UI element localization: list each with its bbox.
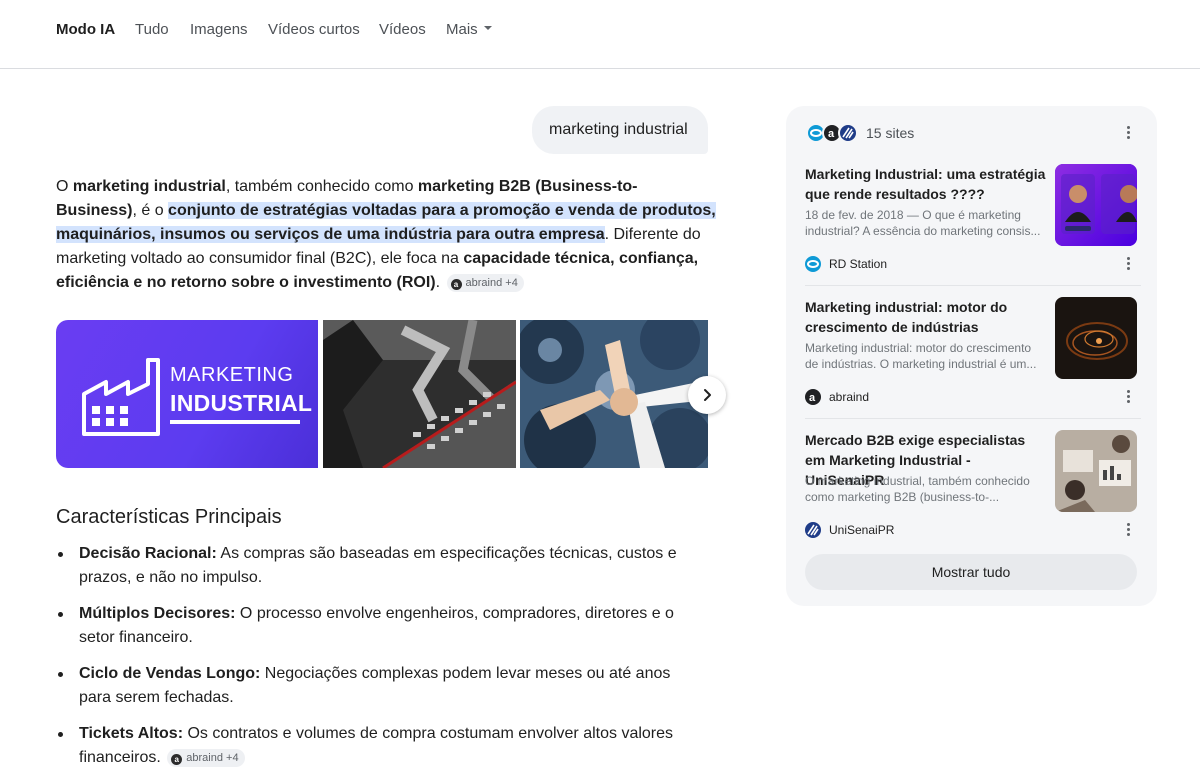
source-site-name: UniSenaiPR	[829, 523, 895, 537]
answer-text: O	[56, 178, 73, 195]
sources-header[interactable]: a 15 sites	[806, 122, 914, 144]
abraind-favicon-icon: a	[450, 279, 462, 290]
tab-mais-label: Mais	[446, 21, 478, 38]
list-item: Tickets Altos: Os contratos e volumes de…	[56, 722, 696, 770]
abraind-favicon-icon: a	[171, 754, 183, 765]
source-snippet: O marketing industrial, também conhecido…	[805, 474, 1030, 504]
list-item-term: Ciclo de Vendas Longo:	[79, 665, 261, 682]
unisenaipr-favicon-icon	[838, 123, 858, 143]
tab-videos[interactable]: Vídeos	[379, 21, 426, 38]
divider	[805, 285, 1141, 286]
source-chip-label: abraind +4	[186, 752, 239, 764]
source-site[interactable]: UniSenaiPR	[805, 521, 894, 539]
image-carousel: MARKETING INDUSTRIAL	[56, 320, 708, 468]
source-chip[interactable]: a abraind +4	[446, 274, 524, 292]
source-site-name: RD Station	[829, 257, 888, 271]
more-options-icon[interactable]	[1120, 125, 1136, 141]
thumbnail-image	[1055, 297, 1137, 379]
more-options-icon[interactable]	[1120, 256, 1136, 272]
list-item-term: Tickets Altos:	[79, 725, 184, 742]
carousel-image-factory-robots[interactable]	[323, 320, 516, 468]
image-underline	[170, 420, 300, 424]
list-item: Múltiplos Decisores: O processo envolve …	[56, 602, 696, 650]
robot-arms-photo	[323, 320, 516, 468]
caret-down-icon	[483, 26, 492, 31]
svg-text:a: a	[828, 128, 835, 140]
source-card[interactable]: Marketing industrial: motor do crescimen…	[805, 297, 1141, 407]
source-chip[interactable]: a abraind +4	[167, 749, 245, 767]
unisenaipr-favicon-icon	[805, 522, 821, 538]
image-caption-line1: MARKETING	[170, 364, 294, 386]
answer-bold-term: marketing industrial	[72, 178, 226, 195]
divider	[805, 418, 1141, 419]
source-thumbnail[interactable]	[1055, 430, 1137, 512]
tab-videos-curtos[interactable]: Vídeos curtos	[268, 21, 360, 38]
answer-text: , é o	[132, 202, 169, 219]
source-card[interactable]: Marketing Industrial: uma estratégia que…	[805, 164, 1141, 274]
source-thumbnail[interactable]	[1055, 297, 1137, 379]
image-caption-line2: INDUSTRIAL	[170, 390, 313, 416]
source-snippet: Marketing industrial: motor do crescimen…	[805, 341, 1037, 371]
thumbnail-image	[1055, 430, 1137, 512]
tab-modo-ia[interactable]: Modo IA	[56, 21, 115, 38]
carousel-image-marketing-industrial[interactable]: MARKETING INDUSTRIAL	[56, 320, 318, 468]
source-title[interactable]: Marketing Industrial: uma estratégia que…	[805, 164, 1047, 204]
source-site-name: abraind	[829, 390, 870, 404]
show-all-button[interactable]: Mostrar tudo	[805, 554, 1137, 590]
list-item-term: Múltiplos Decisores:	[79, 605, 236, 622]
abraind-favicon-icon: a	[805, 389, 821, 405]
sources-count: 15 sites	[866, 125, 915, 141]
more-options-icon[interactable]	[1120, 389, 1136, 405]
gears-hands-photo	[520, 320, 708, 468]
sources-panel: a 15 sites Marketing Industrial: uma est…	[786, 106, 1157, 606]
chevron-right-icon	[704, 389, 711, 401]
tab-imagens[interactable]: Imagens	[190, 21, 248, 38]
user-query-bubble: marketing industrial	[532, 106, 708, 154]
tab-mais[interactable]: Mais	[446, 21, 492, 38]
source-snippet: 18 de fev. de 2018 — O que é marketing i…	[805, 208, 1041, 238]
thumbnail-image	[1055, 164, 1137, 246]
rd-station-favicon-icon	[805, 256, 821, 272]
factory-icon	[82, 358, 160, 436]
list-item: Ciclo de Vendas Longo: Negociações compl…	[56, 662, 696, 710]
ai-answer-paragraph: O marketing industrial, também conhecido…	[56, 175, 716, 295]
source-card[interactable]: Mercado B2B exige especialistas em Marke…	[805, 430, 1141, 540]
search-tabs-bar: Modo IA Tudo Imagens Vídeos curtos Vídeo…	[0, 0, 1200, 69]
source-title[interactable]: Marketing industrial: motor do crescimen…	[805, 297, 1047, 337]
carousel-image-gears-hands[interactable]	[520, 320, 708, 468]
more-options-icon[interactable]	[1120, 522, 1136, 538]
answer-text: , também conhecido como	[225, 178, 418, 195]
source-site[interactable]: a abraind	[805, 388, 869, 406]
section-heading: Características Principais	[56, 506, 282, 528]
characteristics-list: Decisão Racional: As compras são baseada…	[56, 542, 696, 777]
source-site[interactable]: RD Station	[805, 255, 887, 273]
list-item: Decisão Racional: As compras são baseada…	[56, 542, 696, 590]
carousel-next-button[interactable]	[688, 376, 726, 414]
source-thumbnail[interactable]	[1055, 164, 1137, 246]
source-chip-label: abraind +4	[465, 277, 518, 289]
list-item-term: Decisão Racional:	[79, 545, 217, 562]
svg-text:a: a	[809, 392, 816, 404]
tab-tudo[interactable]: Tudo	[135, 21, 169, 38]
answer-text: .	[435, 274, 441, 291]
